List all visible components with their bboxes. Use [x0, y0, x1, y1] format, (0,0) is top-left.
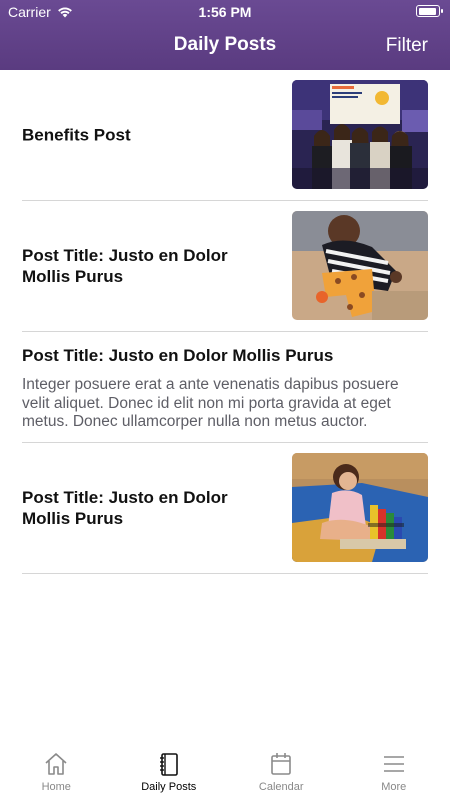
- notebook-icon: [159, 753, 178, 776]
- post-thumbnail: [292, 211, 428, 320]
- tab-more[interactable]: More: [338, 745, 450, 800]
- tab-label: More: [381, 781, 407, 793]
- battery-level: [418, 7, 436, 15]
- tab-calendar[interactable]: Calendar: [225, 745, 338, 800]
- tab-label: Daily Posts: [141, 781, 197, 793]
- post-thumbnail: [292, 452, 428, 562]
- post-item[interactable]: Post Title: Justo en Dolor Mollis Purus: [22, 201, 428, 332]
- post-item[interactable]: Benefits Post: [22, 70, 428, 201]
- home-icon: [45, 753, 67, 775]
- post-title: Benefits Post: [22, 125, 131, 145]
- menu-icon: [383, 756, 404, 772]
- posts-list: Benefits Post Post Title: Justo en Dolor…: [22, 70, 428, 574]
- battery-icon: [416, 5, 443, 17]
- post-title: Post Title: Justo en Dolor Mollis Purus: [22, 346, 334, 365]
- tab-label: Home: [41, 781, 71, 793]
- page-title: Daily Posts: [173, 34, 277, 55]
- tab-home[interactable]: Home: [0, 745, 113, 800]
- post-excerpt: Integer posuere erat a ante venenatis da…: [22, 376, 399, 430]
- tab-daily-posts[interactable]: Daily Posts: [113, 745, 226, 800]
- tab-bar: Home Daily Posts Calendar More: [0, 745, 450, 800]
- status-time: 1:56 PM: [198, 4, 252, 20]
- nav-header: Carrier 1:56 PM Daily Posts Filter: [0, 0, 450, 70]
- post-item[interactable]: Post Title: Justo en Dolor Mollis Purus: [22, 443, 428, 574]
- post-title: Post Title: Justo en Dolor Mollis Purus: [22, 246, 228, 286]
- post-item[interactable]: Post Title: Justo en Dolor Mollis Purus …: [22, 332, 428, 443]
- post-thumbnail: [292, 80, 428, 189]
- post-title: Post Title: Justo en Dolor Mollis Purus: [22, 487, 228, 528]
- tab-label: Calendar: [258, 781, 304, 793]
- calendar-icon: [271, 753, 292, 775]
- status-bar: Carrier 1:56 PM: [0, 0, 450, 22]
- filter-button[interactable]: Filter: [386, 35, 428, 57]
